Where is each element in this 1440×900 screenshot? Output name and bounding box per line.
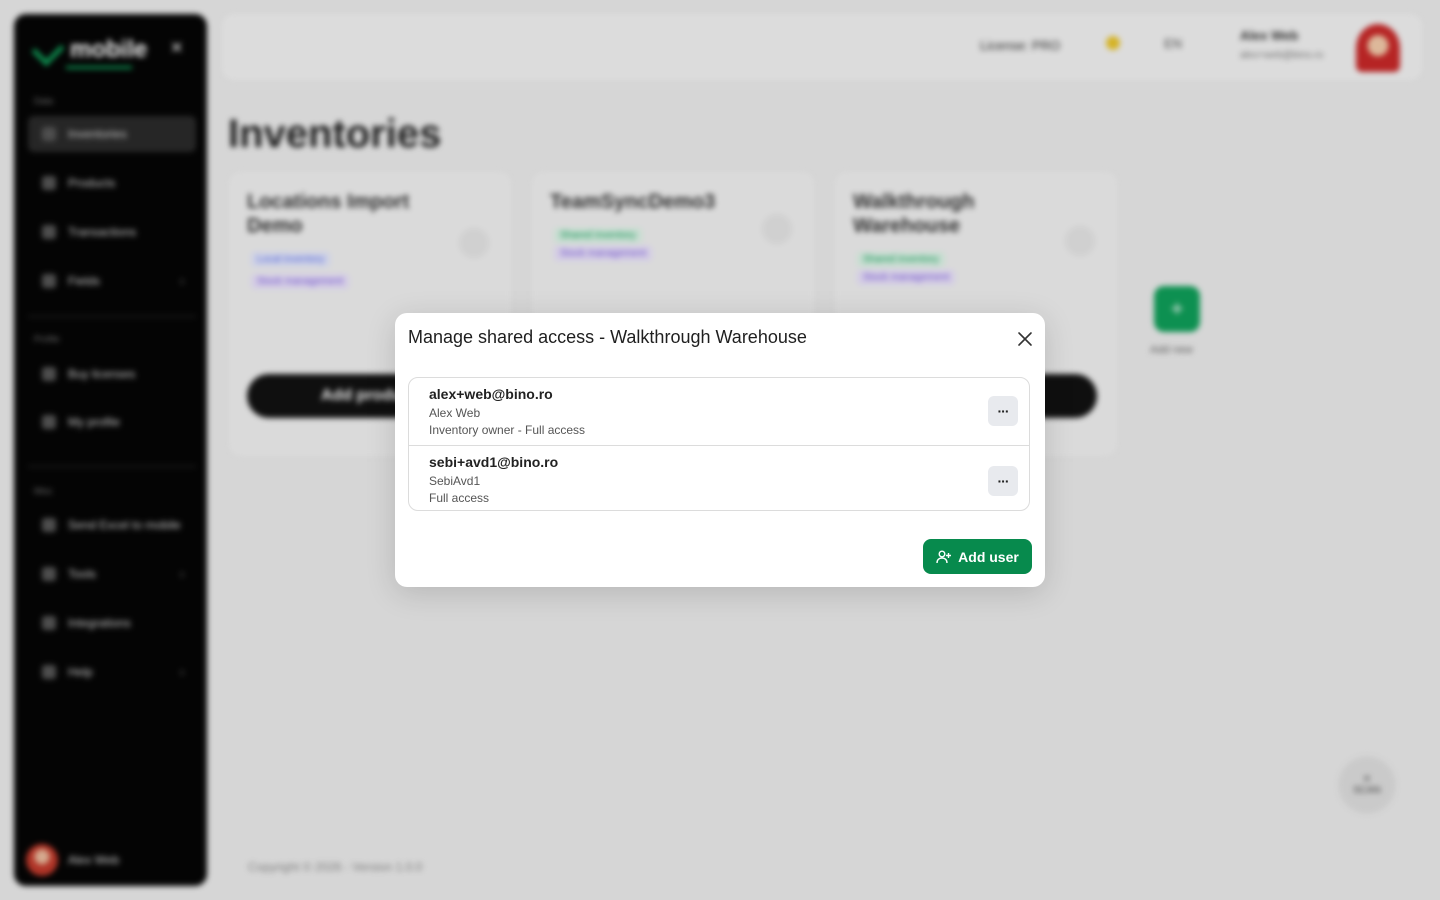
user-name: SebiAvd1 <box>429 474 481 488</box>
manage-shared-access-dialog: Manage shared access - Walkthrough Wareh… <box>395 313 1045 587</box>
ellipsis-icon: ··· <box>997 403 1010 419</box>
user-access-level: Full access <box>429 491 490 505</box>
list-item: alex+web@bino.ro Alex Web Inventory owne… <box>409 378 1029 445</box>
user-email: sebi+avd1@bino.ro <box>429 454 559 470</box>
dialog-title: Manage shared access - Walkthrough Wareh… <box>408 327 807 347</box>
add-user-button[interactable]: Add user <box>923 539 1032 574</box>
user-email: alex+web@bino.ro <box>429 386 553 402</box>
add-user-icon <box>936 550 952 564</box>
list-item: sebi+avd1@bino.ro SebiAvd1 Full access ·… <box>409 445 1029 510</box>
more-options-button[interactable]: ··· <box>988 396 1018 426</box>
user-access-level: Inventory owner - Full access <box>429 423 586 437</box>
shared-users-list: alex+web@bino.ro Alex Web Inventory owne… <box>408 377 1030 511</box>
ellipsis-icon: ··· <box>997 473 1010 489</box>
user-name: Alex Web <box>429 406 481 420</box>
close-icon[interactable] <box>1015 329 1035 349</box>
add-user-label: Add user <box>958 548 1019 565</box>
more-options-button[interactable]: ··· <box>988 466 1018 496</box>
